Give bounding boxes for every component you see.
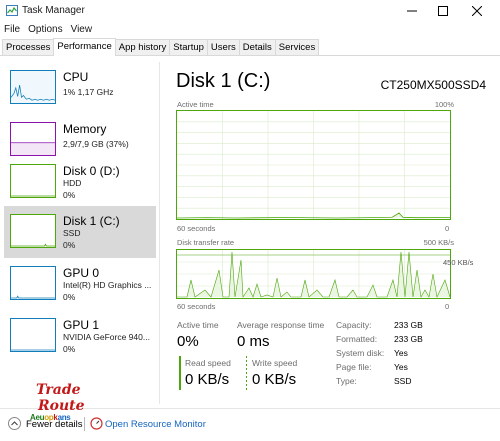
maximize-icon [438, 6, 448, 16]
sidebar-item-detail: 1% 1,17 GHz [63, 87, 114, 97]
active-time-value: 0% [177, 333, 199, 350]
sidebar-item-usage: 0% [63, 344, 76, 354]
response-time-label: Average response time [237, 320, 325, 330]
sidebar-item-model: Intel(R) HD Graphics ... [63, 280, 152, 290]
formatted-value: 233 GB [394, 334, 423, 344]
tab-startup[interactable]: Startup [169, 39, 208, 55]
page-file-label: Page file: [336, 362, 372, 372]
panel-divider [159, 62, 160, 404]
active-time-label: Active time [177, 320, 219, 330]
disk-model: CT250MX500SSD4 [380, 78, 486, 92]
write-speed-label: Write speed [252, 358, 298, 368]
active-time-graph-label: Active time [177, 100, 214, 109]
disk1-thumbnail-graph [10, 214, 56, 248]
sidebar-item-usage: 0% [63, 292, 76, 302]
sidebar-item-type: HDD [63, 178, 82, 188]
disk0-thumbnail-graph [10, 164, 56, 198]
type-value: SSD [394, 376, 412, 386]
sidebar-item-detail: 2,9/7,9 GB (37%) [63, 139, 129, 149]
transfer-graph-label: Disk transfer rate [177, 238, 235, 247]
sidebar-item-type: SSD [63, 228, 81, 238]
sidebar-item-disk0[interactable]: Disk 0 (D:) HDD 0% [4, 156, 156, 206]
tab-services[interactable]: Services [274, 39, 320, 55]
active-time-x-min: 0 [445, 224, 450, 233]
system-disk-label: System disk: [336, 348, 385, 358]
write-speed-value: 0 KB/s [252, 371, 297, 388]
page-title: Disk 1 (C:) [176, 70, 271, 92]
tab-details[interactable]: Details [238, 39, 276, 55]
sidebar-item-title: Memory [63, 122, 107, 136]
gpu1-thumbnail-graph [10, 318, 56, 352]
page-file-value: Yes [394, 362, 408, 372]
resource-monitor-icon [90, 417, 103, 430]
sidebar-item-title: Disk 1 (C:) [63, 214, 120, 228]
watermark-line2: Route [38, 398, 85, 414]
transfer-x-min: 0 [445, 302, 450, 311]
trade-route-watermark-logo: Trade Route Aeuopkans [30, 382, 86, 422]
cpu-thumbnail-graph [10, 70, 56, 104]
capacity-label: Capacity: [336, 320, 372, 330]
sidebar-item-title: CPU [63, 70, 89, 84]
resource-list: CPU 1% 1,17 GHz Memory 2,9/7,9 GB (37%) … [4, 62, 158, 404]
menu-file[interactable]: File [4, 22, 20, 38]
minimize-button[interactable] [395, 0, 429, 22]
close-icon [472, 6, 482, 16]
sidebar-item-model: NVIDIA GeForce 940... [63, 332, 150, 342]
watermark-band: Aeuopkans [30, 413, 71, 422]
write-speed-bar [246, 356, 247, 390]
active-time-x-label: 60 seconds [177, 224, 216, 233]
close-button[interactable] [460, 0, 494, 22]
menu-view[interactable]: View [71, 22, 93, 38]
task-manager-icon [6, 5, 18, 16]
read-speed-value: 0 KB/s [185, 371, 230, 388]
read-speed-label: Read speed [185, 358, 231, 368]
transfer-x-label: 60 seconds [177, 302, 216, 311]
gpu0-thumbnail-graph [10, 266, 56, 300]
tab-processes[interactable]: Processes [2, 39, 55, 55]
sidebar-item-title: GPU 1 [63, 318, 100, 332]
sidebar-item-title: GPU 0 [63, 266, 100, 280]
sidebar-item-cpu[interactable]: CPU 1% 1,17 GHz [4, 62, 156, 112]
watermark-line1: Trade [36, 382, 81, 398]
tab-performance[interactable]: Performance [53, 38, 116, 56]
read-speed-bar [179, 356, 181, 390]
title-bar: Task Manager [0, 0, 500, 22]
type-label: Type: [336, 376, 357, 386]
transfer-rate-graph [176, 249, 451, 299]
sidebar-item-gpu1[interactable]: GPU 1 NVIDIA GeForce 940... 0% [4, 310, 156, 360]
sidebar-item-usage: 0% [63, 190, 76, 200]
menu-bar: File Options View [0, 22, 500, 38]
window-title: Task Manager [22, 5, 85, 16]
maximize-button[interactable] [426, 0, 460, 22]
capacity-value: 233 GB [394, 320, 423, 330]
sidebar-item-disk1[interactable]: Disk 1 (C:) SSD 0% [4, 206, 156, 258]
tab-users[interactable]: Users [206, 39, 240, 55]
tab-app-history[interactable]: App history [114, 39, 171, 55]
transfer-graph-inner-scale: 450 KB/s [443, 258, 474, 267]
minimize-icon [407, 10, 417, 12]
sidebar-item-title: Disk 0 (D:) [63, 164, 120, 178]
active-time-graph-max: 100% [434, 100, 454, 109]
formatted-label: Formatted: [336, 334, 378, 344]
open-resource-monitor-link[interactable]: Open Resource Monitor [105, 419, 206, 430]
menu-options[interactable]: Options [28, 22, 62, 38]
response-time-value: 0 ms [237, 333, 270, 350]
transfer-graph-max: 500 KB/s [423, 238, 454, 247]
system-disk-value: Yes [394, 348, 408, 358]
active-time-graph [176, 110, 451, 220]
sidebar-item-gpu0[interactable]: GPU 0 Intel(R) HD Graphics ... 0% [4, 258, 156, 308]
tab-strip: Processes Performance App history Startu… [0, 38, 500, 56]
memory-thumbnail-graph [10, 122, 56, 156]
chevron-up-icon[interactable] [8, 417, 21, 430]
sidebar-item-usage: 0% [63, 240, 76, 250]
